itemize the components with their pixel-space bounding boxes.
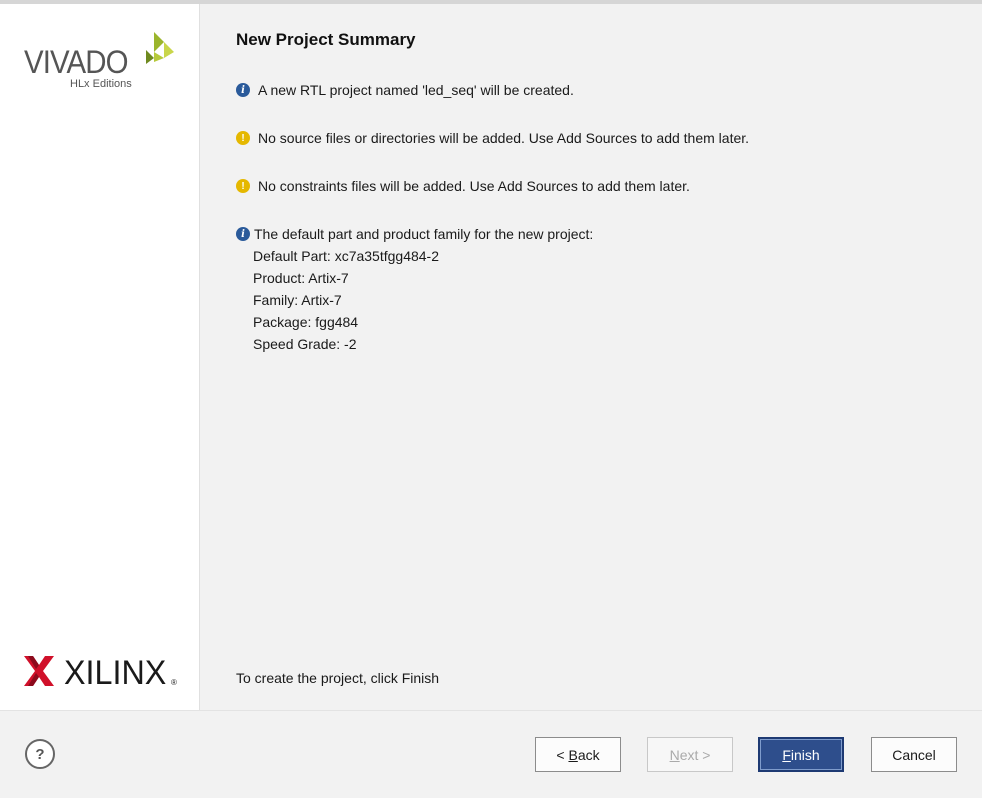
- message-text: A new RTL project named 'led_seq' will b…: [258, 82, 574, 98]
- summary-panel: New Project Summary i A new RTL project …: [200, 4, 982, 710]
- vivado-leaf-icon: [146, 32, 174, 64]
- button-bar: ? < Back Next > Finish Cancel: [0, 710, 982, 798]
- message-no-constraints: ! No constraints files will be added. Us…: [236, 178, 690, 194]
- wizard-sidebar: VIVADO HLx Editions XILINX ®: [0, 4, 200, 710]
- xilinx-logo: XILINX ®: [24, 654, 184, 692]
- xilinx-logo-text: XILINX: [64, 654, 167, 692]
- registered-mark: ®: [171, 678, 177, 687]
- detail-family: Family: Artix-7: [253, 292, 342, 308]
- back-prefix: <: [556, 746, 569, 763]
- vivado-logo-text: VIVADO: [24, 44, 128, 80]
- message-rtl-project: i A new RTL project named 'led_seq' will…: [236, 82, 574, 98]
- page-title: New Project Summary: [236, 30, 416, 49]
- finish-button[interactable]: Finish: [758, 737, 844, 772]
- finish-label: inish: [790, 746, 820, 763]
- message-default-part: i The default part and product family fo…: [236, 226, 593, 242]
- next-label: ext >: [679, 746, 711, 763]
- detail-speed-grade: Speed Grade: -2: [253, 336, 357, 352]
- help-button[interactable]: ?: [25, 739, 55, 769]
- detail-package: Package: fgg484: [253, 314, 359, 330]
- message-text: No constraints files will be added. Use …: [258, 178, 690, 194]
- warning-icon: !: [236, 179, 250, 193]
- back-label: ack: [577, 746, 600, 763]
- info-icon: i: [236, 83, 250, 97]
- warning-icon: !: [236, 131, 250, 145]
- finish-hint: To create the project, click Finish: [236, 670, 440, 686]
- detail-product: Product: Artix-7: [253, 270, 349, 286]
- cancel-button[interactable]: Cancel: [871, 737, 957, 772]
- detail-default-part: Default Part: xc7a35tfgg484-2: [253, 248, 440, 264]
- back-mnemonic: B: [568, 746, 578, 763]
- message-no-sources: ! No source files or directories will be…: [236, 130, 749, 146]
- info-icon: i: [236, 227, 250, 241]
- next-button[interactable]: Next >: [647, 737, 733, 772]
- vivado-logo: VIVADO HLx Editions: [24, 32, 184, 96]
- message-text: No source files or directories will be a…: [258, 130, 750, 146]
- finish-mnemonic: F: [782, 746, 791, 763]
- vivado-logo-subtitle: HLx Editions: [70, 78, 132, 90]
- back-button[interactable]: < Back: [535, 737, 621, 772]
- xilinx-mark-icon: [24, 656, 54, 686]
- message-text: The default part and product family for …: [254, 226, 594, 242]
- next-mnemonic: N: [669, 746, 680, 763]
